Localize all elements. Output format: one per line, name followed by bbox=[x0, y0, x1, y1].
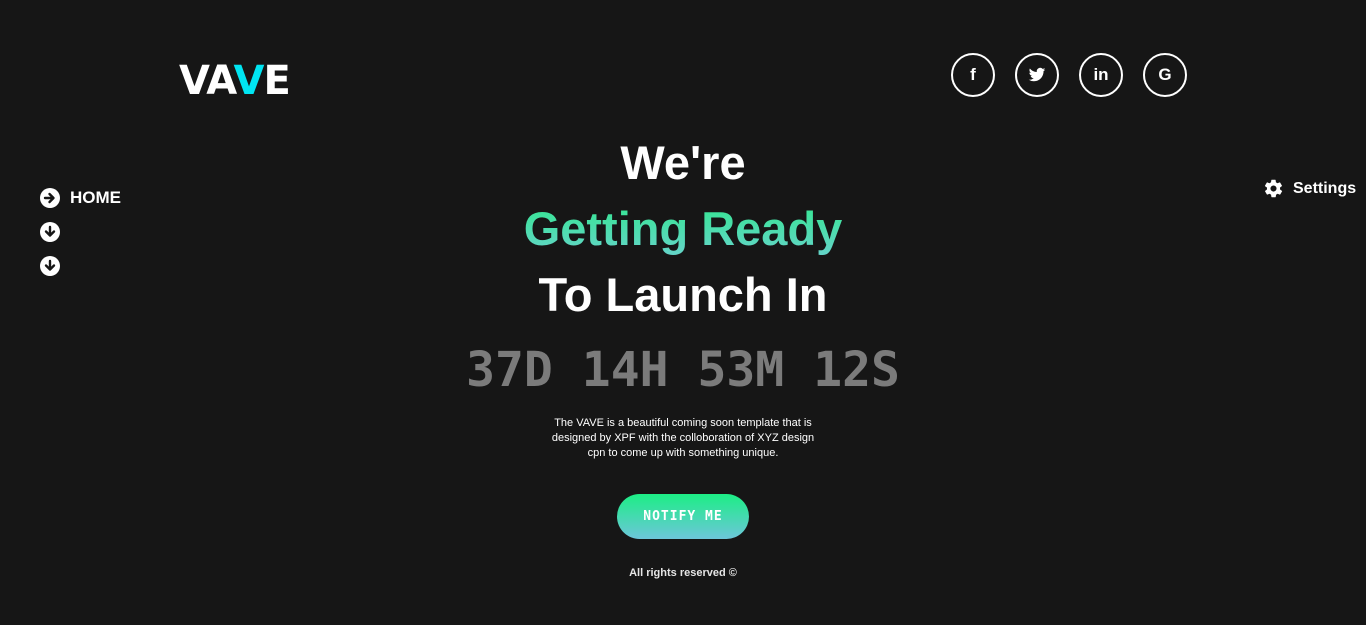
description: The VAVE is a beautiful coming soon temp… bbox=[551, 417, 815, 459]
footer-copyright: All rights reserved © bbox=[629, 567, 737, 579]
notify-me-button[interactable]: NOTIFY ME bbox=[617, 494, 749, 539]
twitter-icon[interactable] bbox=[1015, 53, 1059, 97]
social-links: f in G bbox=[951, 53, 1187, 97]
google-icon[interactable]: G bbox=[1143, 53, 1187, 97]
countdown-seconds: 12S bbox=[813, 342, 900, 398]
logo-accent: V bbox=[233, 58, 264, 104]
hero-line-1: We're bbox=[620, 136, 746, 189]
logo-part-1: VA bbox=[179, 58, 234, 104]
hero: We're Getting Ready To Launch In 37D 14H… bbox=[0, 130, 1366, 539]
countdown-minutes: 53M bbox=[697, 342, 785, 398]
countdown-days: 37D bbox=[466, 342, 553, 398]
linkedin-icon[interactable]: in bbox=[1079, 53, 1123, 97]
countdown-hours: 14H bbox=[581, 342, 669, 398]
logo[interactable]: VAVE bbox=[179, 58, 291, 104]
facebook-icon[interactable]: f bbox=[951, 53, 995, 97]
hero-line-3: To Launch In bbox=[538, 268, 828, 321]
countdown: 37D 14H 53M 12S bbox=[0, 342, 1366, 398]
logo-part-2: E bbox=[263, 58, 290, 104]
hero-line-2: Getting Ready bbox=[0, 196, 1366, 262]
